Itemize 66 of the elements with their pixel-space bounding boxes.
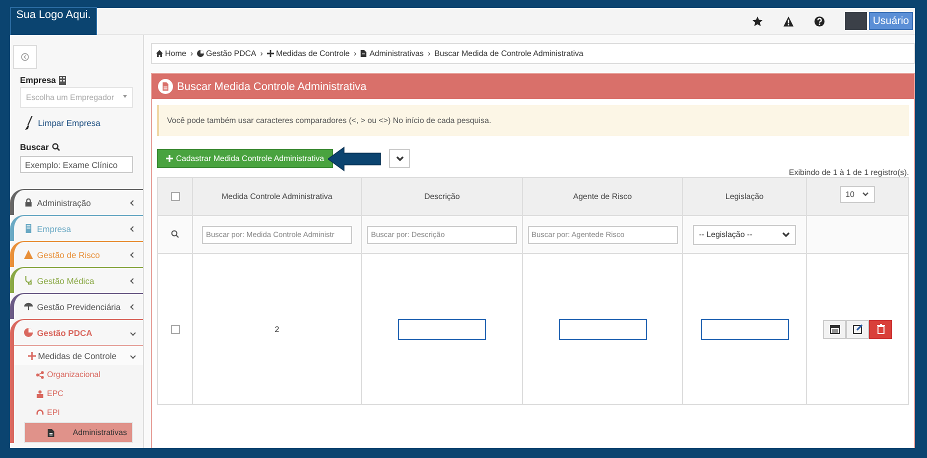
alert-text: Você pode também usar caracteres comparadores (<, > ou <>) No início de cada pesquisa. xyxy=(167,116,492,125)
chevron-down-icon xyxy=(862,192,870,197)
details-button[interactable] xyxy=(823,320,846,338)
column-header[interactable]: Medida Controle Administrativa xyxy=(222,192,332,201)
trash-icon xyxy=(876,324,884,334)
avatar-photo-placeholder[interactable] xyxy=(844,12,867,30)
star-icon[interactable] xyxy=(752,16,763,26)
breadcrumb-link[interactable]: Buscar Medida de Controle Administrativa xyxy=(434,49,584,58)
select-all-checkbox[interactable] xyxy=(170,192,180,202)
stethoscope-icon xyxy=(24,276,33,285)
breadcrumb-separator: › xyxy=(260,49,263,58)
company-label: Empresa xyxy=(20,75,56,85)
search-icon xyxy=(52,143,60,151)
row-checkbox[interactable] xyxy=(170,324,180,334)
breadcrumb-link[interactable]: Medidas de Controle xyxy=(276,49,350,58)
breadcrumb-separator: › xyxy=(190,49,194,58)
column-header[interactable]: Legislação xyxy=(725,192,764,201)
cross-arrows-icon xyxy=(266,50,274,57)
back-arrow-icon xyxy=(21,53,29,61)
help-icon[interactable] xyxy=(814,16,825,26)
building-icon xyxy=(58,76,66,84)
breadcrumb-link[interactable]: Administrativas xyxy=(369,49,424,58)
sidebar-search-field[interactable]: Exemplo: Exame Clínico xyxy=(20,156,133,173)
umbrella-icon xyxy=(24,302,33,311)
search-label: Buscar xyxy=(20,142,49,152)
breadcrumb-link[interactable]: Gestão PDCA xyxy=(206,49,256,58)
file-icon xyxy=(47,428,55,436)
submenu-item[interactable]: Medidas de Controle xyxy=(14,345,143,365)
records-info: Exibindo de 1 à 1 de 1 registro(s). xyxy=(788,168,909,177)
headset-icon xyxy=(36,408,44,416)
column-header[interactable]: Descrição xyxy=(424,192,460,201)
broom-icon xyxy=(24,116,34,130)
submenu-item[interactable]: Administrativas xyxy=(24,422,133,443)
breadcrumb-link[interactable]: Home xyxy=(165,49,186,58)
lock-icon xyxy=(24,198,33,207)
chevron-down-icon xyxy=(782,232,790,238)
logo: Sua Logo Aqui. xyxy=(10,6,97,36)
breadcrumb-separator: › xyxy=(428,49,430,58)
dropdown-toggle-button[interactable] xyxy=(389,149,410,168)
home-icon xyxy=(156,50,163,57)
search-icon xyxy=(171,230,179,238)
edit-icon xyxy=(852,324,862,334)
delete-button[interactable] xyxy=(869,320,892,338)
warning-icon[interactable] xyxy=(782,16,794,26)
pie-icon xyxy=(24,328,33,337)
people-icon xyxy=(36,390,44,398)
plus-icon xyxy=(166,155,173,162)
document-icon xyxy=(158,79,173,94)
sidebar-menu-item[interactable]: Gestão Previdenciária xyxy=(10,293,143,319)
panel-title: Buscar Medida Controle Administrativa xyxy=(177,80,367,92)
sidebar-menu-item[interactable]: Administração xyxy=(10,189,143,215)
cross-arrows-icon xyxy=(28,352,36,360)
legislation-select[interactable]: -- Legislação -- xyxy=(693,224,796,244)
edit-button[interactable] xyxy=(846,320,869,338)
building-icon xyxy=(24,224,33,233)
list-icon xyxy=(830,324,840,334)
chevron-down-icon xyxy=(396,156,404,162)
file-icon xyxy=(360,50,368,57)
breadcrumb-separator: › xyxy=(354,49,356,58)
column-header[interactable]: Agente de Risco xyxy=(573,192,632,201)
clear-company-link[interactable]: Limpar Empresa xyxy=(38,118,100,128)
pie-chart-icon xyxy=(197,50,204,57)
page-size-select[interactable]: 10 xyxy=(840,186,876,203)
warning-icon xyxy=(24,250,33,259)
table-cell: 2 xyxy=(274,324,280,334)
share-icon xyxy=(36,370,44,378)
